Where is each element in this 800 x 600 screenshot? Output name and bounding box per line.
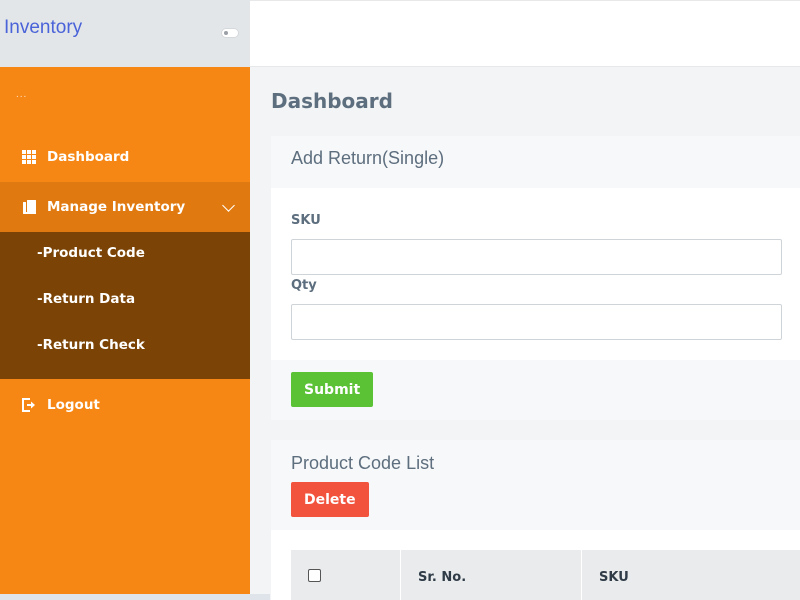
column-label: SKU bbox=[599, 570, 629, 585]
sidebar-toggle[interactable] bbox=[221, 28, 239, 38]
sku-label: SKU bbox=[291, 213, 321, 228]
sidebar-dots: ... bbox=[16, 89, 28, 100]
submit-button[interactable]: Submit bbox=[291, 372, 374, 407]
page-title: Dashboard bbox=[271, 89, 393, 113]
grid-icon bbox=[22, 150, 36, 164]
submenu-item-product-code[interactable]: -Product Code bbox=[37, 245, 145, 261]
app-brand[interactable]: Inventory bbox=[4, 17, 82, 39]
qty-label: Qty bbox=[291, 278, 317, 293]
product-code-list-title: Product Code List bbox=[291, 453, 435, 473]
sidebar-item-label: Dashboard bbox=[47, 149, 130, 165]
logout-icon bbox=[22, 398, 35, 412]
sku-input[interactable] bbox=[291, 239, 782, 275]
table-header-select bbox=[291, 550, 401, 600]
column-label: Sr. No. bbox=[418, 570, 467, 585]
submenu-item-return-check[interactable]: -Return Check bbox=[37, 337, 145, 353]
book-icon bbox=[23, 200, 36, 214]
product-code-list-header: Product Code List Delete bbox=[271, 440, 800, 530]
sidebar-item-label: Logout bbox=[47, 397, 100, 413]
add-return-form: SKU Qty bbox=[271, 188, 800, 360]
add-return-card-header: Add Return(Single) bbox=[271, 136, 800, 188]
chevron-down-icon bbox=[222, 199, 235, 212]
submenu-manage-inventory: -Product Code -Return Data -Return Check bbox=[0, 232, 250, 379]
add-return-card-footer: Submit bbox=[271, 360, 800, 420]
table-header-row: Sr. No. SKU bbox=[291, 550, 800, 600]
sidebar-item-manage-inventory[interactable]: Manage Inventory bbox=[0, 182, 250, 232]
sidebar: ... Dashboard Manage Inventory -Product … bbox=[0, 67, 270, 600]
select-all-checkbox[interactable] bbox=[308, 569, 321, 582]
submenu-item-return-data[interactable]: -Return Data bbox=[37, 291, 135, 307]
add-return-title: Add Return(Single) bbox=[291, 148, 445, 168]
product-code-table: Sr. No. SKU bbox=[271, 530, 800, 600]
top-navbar bbox=[250, 0, 800, 67]
delete-button[interactable]: Delete bbox=[291, 482, 369, 517]
sidebar-item-dashboard[interactable]: Dashboard bbox=[0, 132, 250, 182]
sidebar-item-logout[interactable]: Logout bbox=[0, 380, 250, 430]
sidebar-item-label: Manage Inventory bbox=[47, 199, 186, 215]
brand-bar: Inventory bbox=[0, 0, 250, 67]
sidebar-footer-strip bbox=[0, 594, 270, 600]
table-header-sku[interactable]: SKU bbox=[582, 550, 800, 600]
table-header-sr-no[interactable]: Sr. No. bbox=[401, 550, 582, 600]
qty-input[interactable] bbox=[291, 304, 782, 340]
